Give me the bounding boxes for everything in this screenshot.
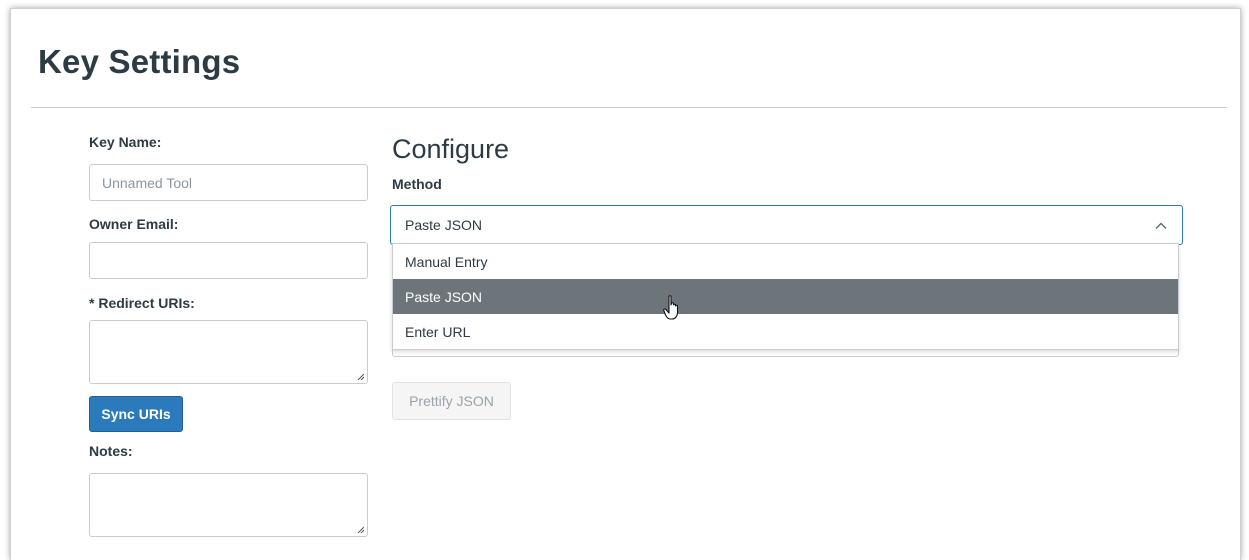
option-enter-url[interactable]: Enter URL [393, 314, 1178, 349]
key-name-input[interactable] [89, 164, 368, 201]
redirect-uris-label: * Redirect URIs: [89, 295, 195, 311]
notes-label: Notes: [89, 443, 133, 459]
option-manual-entry[interactable]: Manual Entry [393, 244, 1178, 279]
owner-email-input[interactable] [89, 242, 368, 279]
chevron-up-icon[interactable] [1154, 219, 1168, 233]
method-select[interactable]: Paste JSON [390, 205, 1183, 245]
owner-email-label: Owner Email: [89, 216, 179, 232]
key-name-label: Key Name: [89, 134, 162, 150]
method-label: Method [392, 176, 442, 192]
sync-uris-button[interactable]: Sync URIs [89, 396, 183, 432]
title-divider [31, 107, 1227, 108]
prettify-json-button[interactable]: Prettify JSON [392, 382, 511, 420]
key-settings-panel: Key Settings Key Name: Owner Email: * Re… [10, 8, 1241, 560]
notes-textarea[interactable] [89, 473, 368, 537]
resize-grip-icon[interactable] [357, 526, 364, 533]
page-title: Key Settings [38, 43, 241, 80]
redirect-uris-textarea[interactable] [89, 320, 368, 384]
resize-grip-icon[interactable] [357, 373, 364, 380]
option-paste-json[interactable]: Paste JSON [393, 279, 1178, 314]
method-selected-value: Paste JSON [405, 217, 483, 233]
method-options-list: Manual Entry Paste JSON Enter URL [392, 243, 1179, 350]
pointer-cursor-icon [663, 295, 679, 320]
configure-heading: Configure [392, 134, 510, 164]
